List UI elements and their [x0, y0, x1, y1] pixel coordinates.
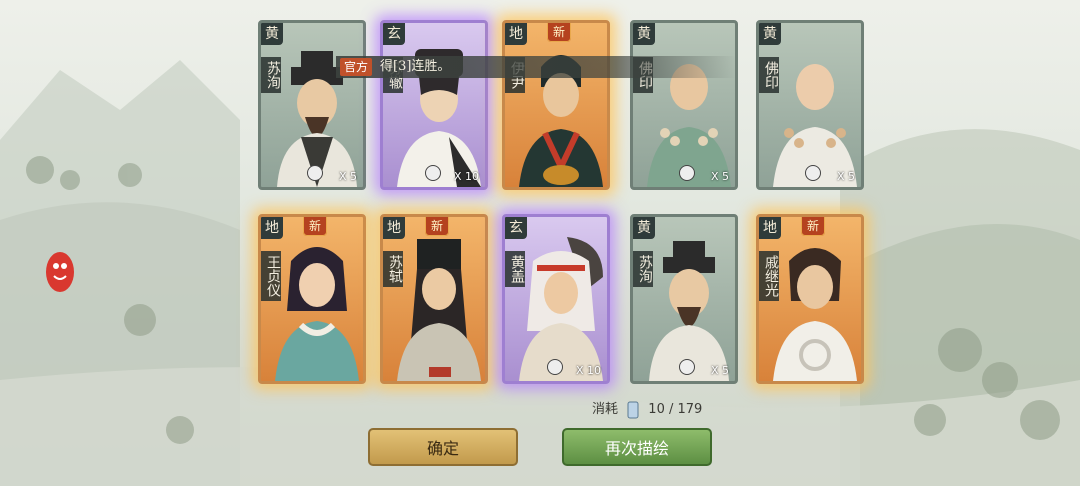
grade-badge: 黄 [759, 23, 781, 45]
character-card[interactable]: 黄 苏洵 X 5 [630, 214, 738, 384]
duplicate-count: X 10 [575, 364, 601, 377]
cost-label: 消耗 [592, 402, 619, 417]
cost-display: 消耗 10 / 179 [592, 401, 703, 418]
character-portrait [397, 239, 481, 381]
character-card[interactable]: 地 新 王贞仪 [258, 214, 366, 384]
character-name: 戚继光 [759, 251, 779, 301]
grade-badge: 黄 [261, 23, 283, 45]
character-name: 苏洵 [261, 57, 281, 93]
character-name: 苏轼 [383, 251, 403, 287]
character-card[interactable]: 地 新 苏轼 [380, 214, 488, 384]
character-card[interactable]: 玄 黄盖 X 10 [502, 214, 610, 384]
character-name: 佛印 [759, 57, 779, 93]
duplicate-count: X 10 [453, 170, 479, 183]
duplicate-icon [679, 359, 695, 375]
duplicate-count: X 5 [710, 170, 729, 183]
character-portrait [773, 248, 857, 381]
character-card[interactable]: 黄 佛印 X 5 [630, 20, 738, 190]
character-portrait [519, 237, 603, 381]
grade-badge: 地 [505, 23, 527, 45]
new-badge: 新 [303, 217, 327, 236]
confirm-button[interactable]: 确定 [368, 428, 518, 466]
duplicate-count: X 5 [710, 364, 729, 377]
mascot-icon[interactable] [42, 248, 74, 296]
character-card[interactable]: 黄 佛印 X 5 [756, 20, 864, 190]
duplicate-icon [307, 165, 323, 181]
character-name: 苏洵 [633, 251, 653, 287]
duplicate-count: X 5 [836, 170, 855, 183]
duplicate-icon [679, 165, 695, 181]
character-card[interactable]: 黄 苏洵 X 5 [258, 20, 366, 190]
cost-total: 179 [677, 402, 703, 417]
announcement-tag: 官方 [340, 58, 373, 76]
grade-badge: 地 [383, 217, 405, 239]
announcement-text: 得[3]连胜。 [380, 59, 451, 74]
duplicate-icon [805, 165, 821, 181]
redraw-button[interactable]: 再次描绘 [562, 428, 712, 466]
duplicate-count: X 5 [338, 170, 357, 183]
duplicate-icon [425, 165, 441, 181]
character-name: 王贞仪 [261, 251, 281, 301]
new-badge: 新 [547, 23, 571, 42]
new-badge: 新 [801, 217, 825, 236]
character-name: 黄盖 [505, 251, 525, 287]
announcement-banner: 官方 得[3]连胜。 [336, 56, 736, 78]
character-portrait [275, 247, 359, 381]
new-badge: 新 [425, 217, 449, 236]
grade-badge: 地 [261, 217, 283, 239]
grade-badge: 玄 [505, 217, 527, 239]
grade-badge: 地 [759, 217, 781, 239]
grade-badge: 黄 [633, 23, 655, 45]
scroll-icon [627, 401, 639, 418]
duplicate-icon [547, 359, 563, 375]
character-card[interactable]: 玄 苏辙 X 10 [380, 20, 488, 190]
grade-badge: 黄 [633, 217, 655, 239]
grade-badge: 玄 [383, 23, 405, 45]
character-card[interactable]: 地 新 伊尹 [502, 20, 610, 190]
cost-current: 10 [648, 402, 665, 417]
character-card[interactable]: 地 新 戚继光 [756, 214, 864, 384]
